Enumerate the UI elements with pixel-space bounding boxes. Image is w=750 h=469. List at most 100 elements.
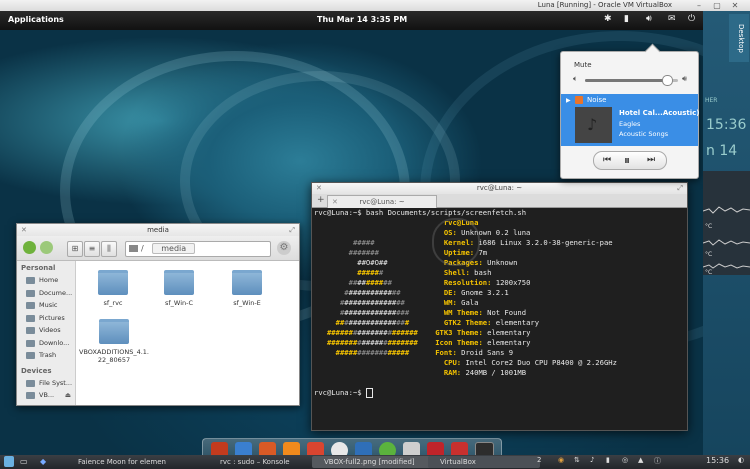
maximize-button[interactable]: ▢	[710, 1, 724, 10]
sidebar-item-home[interactable]: Home	[17, 274, 75, 287]
folder-item[interactable]: VBOXADDITIONS_4.1.22_80657	[79, 319, 149, 364]
desktop-widget-panel: HER 15:36 n 14 °C °C °C	[702, 11, 750, 455]
music-icon[interactable]	[283, 442, 300, 455]
calendar-icon[interactable]	[307, 442, 324, 455]
forward-button[interactable]	[40, 241, 53, 254]
launcher-icon[interactable]: ◆	[40, 457, 46, 466]
battery-icon[interactable]: ▮	[606, 456, 610, 464]
icon-view-button[interactable]: ⊞	[67, 241, 83, 257]
tray-icon[interactable]: ◎	[622, 456, 628, 464]
terminal-tab[interactable]: ✕ rvc@Luna: ~	[327, 195, 437, 208]
download-icon[interactable]	[235, 442, 252, 455]
task-label: VBOX-full2.png [modified]	[324, 458, 415, 466]
path-bar[interactable]: / media	[125, 241, 271, 257]
host-clock[interactable]: 15:36	[706, 456, 729, 465]
applications-menu[interactable]: Applications	[8, 15, 64, 24]
track-artist: Eagles	[619, 120, 641, 128]
task-virtualbox[interactable]: VirtualBox	[428, 456, 540, 468]
window-title: rvc@Luna: ~	[476, 184, 523, 192]
weather-label: HER	[705, 97, 718, 104]
system-monitor-widget: °C °C °C	[702, 171, 750, 276]
info-key: Icon Theme:	[435, 338, 483, 347]
minimize-button[interactable]: –	[692, 1, 706, 10]
bluetooth-icon[interactable]: ✱	[604, 14, 612, 24]
sidebar-item-documents[interactable]: Docume...	[17, 287, 75, 300]
folder-item[interactable]: sf_Win-C	[153, 270, 205, 307]
start-menu-icon[interactable]	[4, 456, 14, 467]
terminal-titlebar[interactable]: ✕ rvc@Luna: ~ ⤢	[312, 183, 687, 194]
close-icon[interactable]: ✕	[21, 224, 27, 236]
next-track-button[interactable]: ⏭	[647, 155, 655, 165]
eject-icon[interactable]: ⏏	[65, 389, 71, 402]
browser-icon[interactable]	[379, 442, 396, 455]
power-icon[interactable]: ⏻	[688, 14, 695, 24]
sidebar-heading-personal: Personal	[21, 264, 56, 272]
gear-icon[interactable]: ⚙	[277, 241, 291, 255]
battery-icon[interactable]: ▮	[624, 14, 629, 24]
close-button[interactable]: ✕	[728, 1, 742, 10]
host-taskbar: ▭ ◆ Faience Moon for elemen rvc : sudo –…	[0, 455, 750, 469]
column-view-button[interactable]: ⫼	[101, 241, 117, 257]
desktop-tab[interactable]: Desktop	[729, 14, 749, 62]
sidebar-item-label: Pictures	[39, 313, 65, 322]
show-desktop-icon[interactable]: ▭	[20, 457, 28, 466]
network-icon[interactable]: ⇅	[574, 456, 580, 464]
top-panel: Applications Thu Mar 14 3:35 PM ✱ ▮ 🔊︎ ✉…	[0, 11, 703, 30]
now-playing[interactable]: ▶ Noise ♪ Hotel Cal...Acoustic) Eagles A…	[561, 94, 700, 146]
dock-app-icon[interactable]	[211, 442, 228, 455]
new-tab-button[interactable]: +	[317, 195, 325, 205]
close-icon[interactable]: ✕	[316, 183, 322, 194]
close-tab-icon[interactable]: ✕	[332, 196, 338, 208]
task-konsole[interactable]: rvc : sudo – Konsole	[208, 456, 320, 468]
mail-icon[interactable]: ✉	[668, 14, 676, 24]
tray-icon[interactable]: ▲	[638, 456, 643, 464]
sidebar-item-music[interactable]: Music	[17, 299, 75, 312]
volume-icon[interactable]: 🔊︎	[646, 14, 652, 24]
task-faience[interactable]: Faience Moon for elemen	[66, 456, 216, 468]
maximize-icon[interactable]: ⤢	[289, 224, 295, 236]
track-title: Hotel Cal...Acoustic)	[619, 109, 700, 117]
sidebar-item-trash[interactable]: Trash	[17, 349, 75, 362]
sidebar-item-vbox-cd[interactable]: VB... ⏏	[17, 389, 75, 402]
info-key: CPU:	[443, 358, 462, 367]
volume-high-icon: 🔊︎	[682, 74, 688, 83]
back-button[interactable]	[23, 241, 36, 254]
path-segment-media[interactable]: media	[152, 243, 196, 254]
tray-icon[interactable]: ◉	[558, 456, 564, 464]
player-name: Noise	[587, 96, 607, 104]
notification-icon[interactable]: ⓘ	[654, 456, 661, 466]
sidebar-item-videos[interactable]: Videos	[17, 324, 75, 337]
sidebar-item-downloads[interactable]: Downlo...	[17, 337, 75, 350]
folder-item[interactable]: sf_rvc	[87, 270, 139, 307]
path-root[interactable]: /	[141, 244, 144, 253]
game-icon[interactable]	[451, 442, 468, 455]
mail-icon[interactable]	[355, 442, 372, 455]
info-key: GTK3 Theme:	[435, 328, 483, 337]
cursor	[365, 388, 373, 398]
volume-knob[interactable]	[661, 75, 673, 86]
panel-clock[interactable]: Thu Mar 14 3:35 PM	[317, 15, 407, 24]
sidebar-item-filesystem[interactable]: File Syst...	[17, 377, 75, 390]
maximize-icon[interactable]: ⤢	[677, 183, 683, 194]
volume-low-icon: 🔈︎	[573, 74, 578, 83]
folder-icon	[99, 319, 129, 344]
documents-icon	[26, 289, 35, 297]
list-view-button[interactable]: ≡	[84, 241, 100, 257]
video-icon[interactable]	[427, 442, 444, 455]
previous-track-button[interactable]: ⏮	[603, 155, 611, 165]
task-vbox-png[interactable]: VBOX-full2.png [modified]	[312, 456, 436, 468]
text-editor-icon[interactable]	[403, 442, 420, 455]
file-manager-titlebar[interactable]: ✕ media ⤢	[17, 224, 299, 236]
volume-icon[interactable]: ♪	[590, 456, 594, 464]
folder-item[interactable]: sf_Win-E	[221, 270, 273, 307]
pause-button[interactable]: ⏸	[624, 153, 630, 168]
virtual-desktop-pager[interactable]: 2	[537, 456, 541, 464]
terminal-icon[interactable]	[475, 442, 494, 455]
clock-icon[interactable]	[331, 442, 348, 455]
info-value: elementary	[487, 338, 531, 347]
shotwell-icon[interactable]	[259, 442, 276, 455]
volume-slider[interactable]	[585, 75, 678, 86]
mute-toggle[interactable]: Mute	[574, 61, 592, 69]
host-tray-end-icon[interactable]: ◐	[738, 456, 744, 464]
sidebar-item-pictures[interactable]: Pictures	[17, 312, 75, 325]
